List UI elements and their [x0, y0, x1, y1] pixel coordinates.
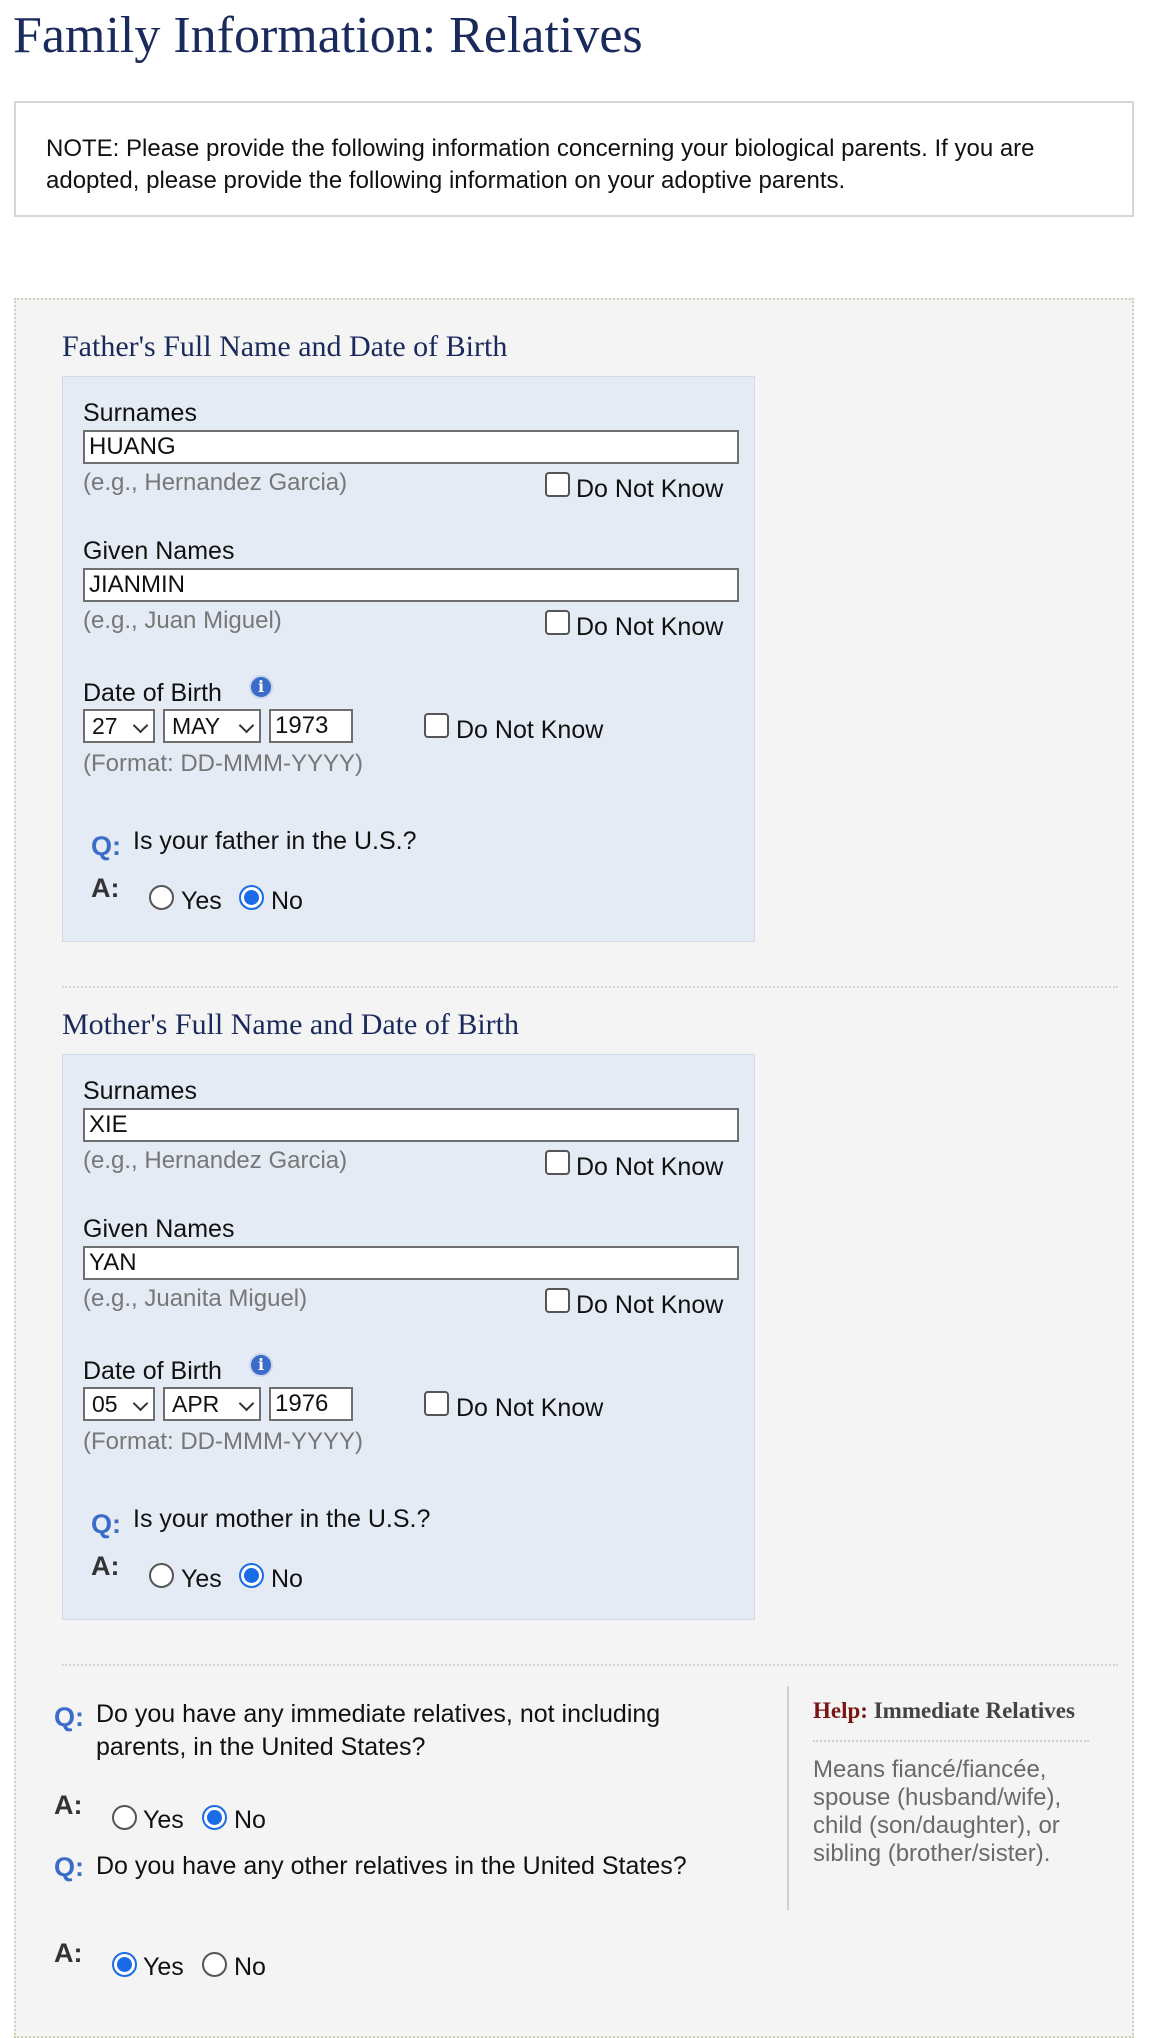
father-dob-year-input[interactable]: 1973: [269, 709, 353, 743]
mother-us-yes-label: Yes: [181, 1565, 222, 1593]
help-topic: Immediate Relatives: [873, 1698, 1075, 1723]
other-relatives-question: Do you have any other relatives in the U…: [96, 1852, 687, 1880]
mother-surnames-do-not-know-label: Do Not Know: [576, 1153, 724, 1181]
other-q-marker: Q:: [54, 1852, 84, 1882]
help-title: Help: Immediate Relatives: [813, 1698, 1075, 1724]
other-a-marker: A:: [54, 1938, 83, 1968]
mother-dob-month-value: APR: [172, 1391, 220, 1417]
help-divider: [813, 1740, 1089, 1742]
father-surnames-do-not-know-label: Do Not Know: [576, 475, 724, 503]
section-divider: [62, 986, 1118, 988]
immediate-no-label: No: [234, 1806, 266, 1834]
mother-surnames-do-not-know-checkbox[interactable]: [545, 1150, 570, 1175]
father-q-marker: Q:: [91, 831, 121, 861]
mother-dob-do-not-know-label: Do Not Know: [456, 1394, 604, 1422]
mother-dob-day-select[interactable]: 05: [83, 1387, 155, 1421]
help-panel: Help: Immediate Relatives Means fiancé/f…: [787, 1686, 1089, 1910]
mother-section-title: Mother's Full Name and Date of Birth: [62, 1008, 519, 1041]
other-yes-label: Yes: [143, 1953, 184, 1981]
info-icon[interactable]: i: [249, 675, 273, 699]
father-a-marker: A:: [91, 873, 120, 903]
chevron-down-icon: [132, 717, 149, 734]
mother-q-marker: Q:: [91, 1509, 121, 1539]
father-panel: Surnames HUANG (e.g., Hernandez Garcia) …: [62, 376, 755, 942]
father-dob-month-select[interactable]: MAY: [163, 709, 261, 743]
mother-dob-year-input[interactable]: 1976: [269, 1387, 353, 1421]
father-us-no-radio[interactable]: [239, 885, 264, 910]
chevron-down-icon: [132, 1395, 149, 1412]
father-given-input[interactable]: JIANMIN: [83, 568, 739, 602]
father-dob-month-value: MAY: [172, 713, 221, 739]
father-dob-day-select[interactable]: 27: [83, 709, 155, 743]
mother-surnames-label: Surnames: [83, 1077, 197, 1105]
mother-us-no-label: No: [271, 1565, 303, 1593]
other-no-label: No: [234, 1953, 266, 1981]
mother-given-hint: (e.g., Juanita Miguel): [83, 1285, 308, 1312]
mother-given-do-not-know-label: Do Not Know: [576, 1291, 724, 1319]
immediate-yes-radio[interactable]: [112, 1805, 137, 1830]
info-icon[interactable]: i: [249, 1353, 273, 1377]
mother-given-input[interactable]: YAN: [83, 1246, 739, 1280]
immediate-yes-label: Yes: [143, 1806, 184, 1834]
mother-a-marker: A:: [91, 1551, 120, 1581]
father-us-yes-radio[interactable]: [149, 885, 174, 910]
mother-panel: Surnames XIE (e.g., Hernandez Garcia) Do…: [62, 1054, 755, 1620]
father-dob-day-value: 27: [92, 713, 118, 739]
mother-surnames-hint: (e.g., Hernandez Garcia): [83, 1147, 348, 1174]
father-given-do-not-know-checkbox[interactable]: [545, 610, 570, 635]
mother-dob-month-select[interactable]: APR: [163, 1387, 261, 1421]
father-given-do-not-know-label: Do Not Know: [576, 613, 724, 641]
mother-given-do-not-know-checkbox[interactable]: [545, 1288, 570, 1313]
note-text: NOTE: Please provide the following infor…: [46, 135, 1035, 194]
page-title: Family Information: Relatives: [13, 7, 643, 64]
mother-dob-format-hint: (Format: DD-MMM-YYYY): [83, 1428, 363, 1455]
immediate-relatives-question: Do you have any immediate relatives, not…: [96, 1700, 661, 1761]
other-no-radio[interactable]: [202, 1952, 227, 1977]
note-box: NOTE: Please provide the following infor…: [14, 101, 1134, 217]
mother-given-label: Given Names: [83, 1215, 235, 1243]
immediate-a-marker: A:: [54, 1790, 83, 1820]
other-yes-radio[interactable]: [112, 1952, 137, 1977]
immediate-q-marker: Q:: [54, 1702, 84, 1732]
father-dob-do-not-know-checkbox[interactable]: [424, 713, 449, 738]
help-label: Help:: [813, 1698, 868, 1723]
father-surnames-hint: (e.g., Hernandez Garcia): [83, 469, 348, 496]
father-surnames-do-not-know-checkbox[interactable]: [545, 472, 570, 497]
mother-dob-day-value: 05: [92, 1391, 118, 1417]
section-divider: [62, 1664, 1118, 1666]
chevron-down-icon: [238, 1395, 255, 1412]
mother-us-question: Is your mother in the U.S.?: [133, 1505, 431, 1533]
father-us-question: Is your father in the U.S.?: [133, 827, 417, 855]
father-given-hint: (e.g., Juan Miguel): [83, 607, 282, 634]
father-dob-label: Date of Birth: [83, 679, 222, 707]
mother-surnames-input[interactable]: XIE: [83, 1108, 739, 1142]
mother-dob-do-not-know-checkbox[interactable]: [424, 1391, 449, 1416]
father-dob-do-not-know-label: Do Not Know: [456, 716, 604, 744]
mother-dob-label: Date of Birth: [83, 1357, 222, 1385]
help-body: Means fiancé/fiancée, spouse (husband/wi…: [813, 1756, 1062, 1867]
father-surnames-label: Surnames: [83, 399, 197, 427]
father-surnames-input[interactable]: HUANG: [83, 430, 739, 464]
father-us-yes-label: Yes: [181, 887, 222, 915]
immediate-no-radio[interactable]: [202, 1805, 227, 1830]
chevron-down-icon: [238, 717, 255, 734]
father-us-no-label: No: [271, 887, 303, 915]
father-section-title: Father's Full Name and Date of Birth: [62, 330, 508, 363]
father-dob-format-hint: (Format: DD-MMM-YYYY): [83, 750, 363, 777]
mother-us-no-radio[interactable]: [239, 1563, 264, 1588]
mother-us-yes-radio[interactable]: [149, 1563, 174, 1588]
father-given-label: Given Names: [83, 537, 235, 565]
